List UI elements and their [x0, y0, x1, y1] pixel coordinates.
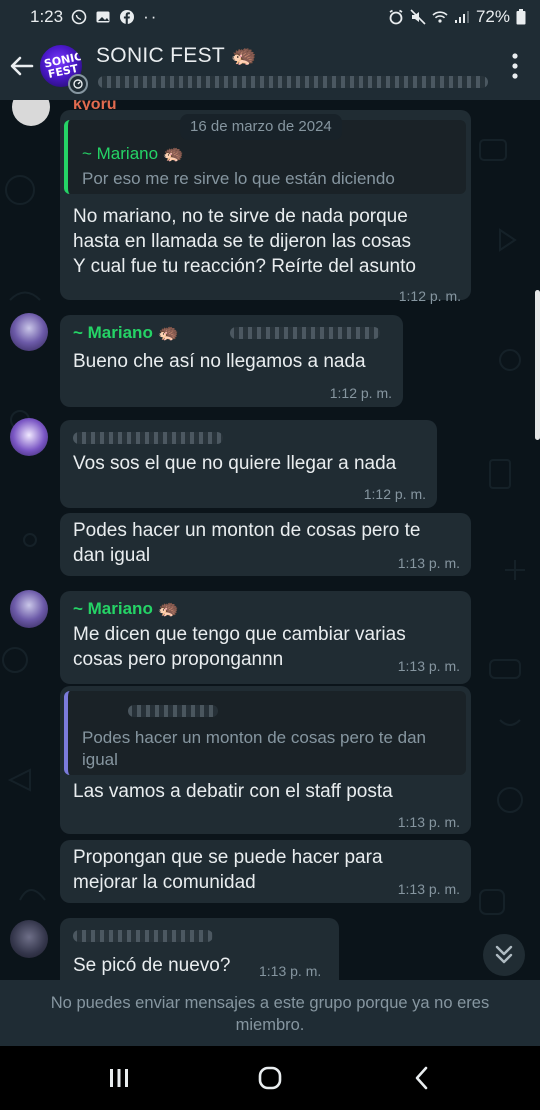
quoted-sender-name: ~ Mariano 🦔: [82, 144, 184, 163]
message-text-line: Propongan que se puede hacer para: [73, 847, 383, 868]
notice-line: miembro.: [235, 1016, 305, 1034]
message-text-line: Podes hacer un monton de cosas pero te: [73, 520, 421, 541]
group-title[interactable]: SONIC FEST 🦔: [96, 44, 257, 68]
message-text-line: dan igual: [73, 545, 151, 566]
alarm-icon: [389, 9, 403, 25]
home-icon[interactable]: [255, 1064, 285, 1092]
back-arrow-icon[interactable]: [8, 52, 36, 80]
message-bubble[interactable]: Podes hacer un monton de cosas pero te d…: [60, 513, 471, 576]
message-text-line: Y cual fue tu reacción? Reírte del asunt…: [73, 256, 416, 277]
message-text: Las vamos a debatir con el staff posta: [73, 781, 393, 802]
battery-icon: [516, 9, 526, 25]
more-notifications-icon: ··: [143, 7, 159, 26]
quoted-text-line: igual: [82, 750, 118, 769]
quoted-text: Podes hacer un monton de cosas pero te d…: [82, 727, 426, 771]
message-text-line: Me dicen que tengo que cambiar varias: [73, 624, 406, 645]
system-nav-bar: [0, 1046, 540, 1110]
scroll-to-bottom-button[interactable]: [483, 934, 525, 976]
battery-percentage: 72%: [475, 7, 510, 26]
avatar[interactable]: [10, 590, 48, 628]
message-time: 1:13 p. m.: [259, 963, 322, 979]
recents-icon[interactable]: [104, 1064, 134, 1092]
avatar[interactable]: [10, 313, 48, 351]
community-badge-icon: [68, 74, 88, 94]
sender-name: ~ Mariano 🦔: [73, 323, 179, 342]
message-bubble[interactable]: Se picó de nuevo? 1:13 p. m.: [60, 918, 339, 980]
message-bubble[interactable]: ~ Mariano 🦔 Me dicen que tengo que cambi…: [60, 591, 471, 684]
sender-name-redacted: [73, 432, 223, 444]
whatsapp-icon: [71, 9, 87, 25]
message-bubble[interactable]: Podes hacer un monton de cosas pero te d…: [60, 686, 471, 834]
message-text: Podes hacer un monton de cosas pero te d…: [73, 518, 421, 568]
signal-icon: [454, 11, 469, 23]
sender-name: ~ Mariano 🦔: [73, 599, 179, 618]
message-text-line: cosas pero propongannn: [73, 649, 284, 670]
message-bubble[interactable]: ~ Mariano 🦔 Bueno che así no llegamos a …: [60, 315, 403, 407]
message-text: Vos sos el que no quiere llegar a nada: [73, 453, 397, 474]
scroll-down-icon: [495, 945, 513, 964]
message-text: Me dicen que tengo que cambiar varias co…: [73, 622, 406, 672]
wifi-icon: [432, 11, 448, 23]
quoted-sender-redacted: [128, 705, 218, 717]
message-bubble[interactable]: Vos sos el que no quiere llegar a nada 1…: [60, 420, 437, 508]
more-vert-icon[interactable]: [512, 52, 518, 80]
status-bar: 1:23 ·· 72%: [0, 0, 540, 34]
message-text: Bueno che así no llegamos a nada: [73, 351, 366, 372]
nav-back-icon[interactable]: [407, 1064, 437, 1092]
message-time: 1:13 p. m.: [397, 658, 460, 674]
message-bubble[interactable]: Propongan que se puede hacer para mejora…: [60, 840, 471, 903]
message-time: 1:12 p. m.: [363, 486, 426, 502]
status-time: 1:23: [30, 7, 64, 26]
facebook-icon: [120, 10, 135, 24]
message-text: Propongan que se puede hacer para mejora…: [73, 845, 383, 895]
message-text-line: No mariano, no te sirve de nada porque: [73, 206, 408, 227]
message-time: 1:13 p. m.: [397, 555, 460, 571]
mute-icon: [410, 9, 426, 25]
group-members-redacted: [98, 74, 488, 90]
quoted-text: Por eso me re sirve lo que están diciend…: [82, 169, 395, 188]
message-time: 1:12 p. m.: [329, 385, 392, 401]
message-text-line: mejorar la comunidad: [73, 872, 256, 893]
chat-area[interactable]: kyoru ~ Mariano 🦔 Por eso me re sirve lo…: [0, 100, 540, 980]
chat-header[interactable]: SONIC FEST SONIC FEST 🦔: [0, 34, 540, 100]
notice-line: No puedes enviar mensajes a este grupo p…: [50, 994, 490, 1012]
message-text: Se picó de nuevo?: [73, 955, 231, 976]
avatar[interactable]: [10, 418, 48, 456]
avatar[interactable]: [10, 920, 48, 958]
message-text: No mariano, no te sirve de nada porque h…: [73, 204, 416, 279]
message-time: 1:13 p. m.: [397, 881, 460, 897]
quoted-message[interactable]: Podes hacer un monton de cosas pero te d…: [64, 691, 466, 775]
message-time: 1:12 p. m.: [398, 288, 461, 304]
date-label: 16 de marzo de 2024: [180, 114, 342, 140]
quoted-text-line: Podes hacer un monton de cosas pero te d…: [82, 728, 427, 747]
message-time: 1:13 p. m.: [397, 814, 460, 830]
sender-name-redacted: [73, 930, 213, 942]
sender-name: kyoru: [73, 100, 117, 110]
not-member-notice: No puedes enviar mensajes a este grupo p…: [0, 980, 540, 1046]
gallery-icon: [96, 11, 110, 23]
message-text-line: hasta en llamada se te dijeron las cosas: [73, 231, 411, 252]
scrollbar[interactable]: [535, 290, 540, 440]
sender-phone-redacted: [230, 327, 380, 339]
